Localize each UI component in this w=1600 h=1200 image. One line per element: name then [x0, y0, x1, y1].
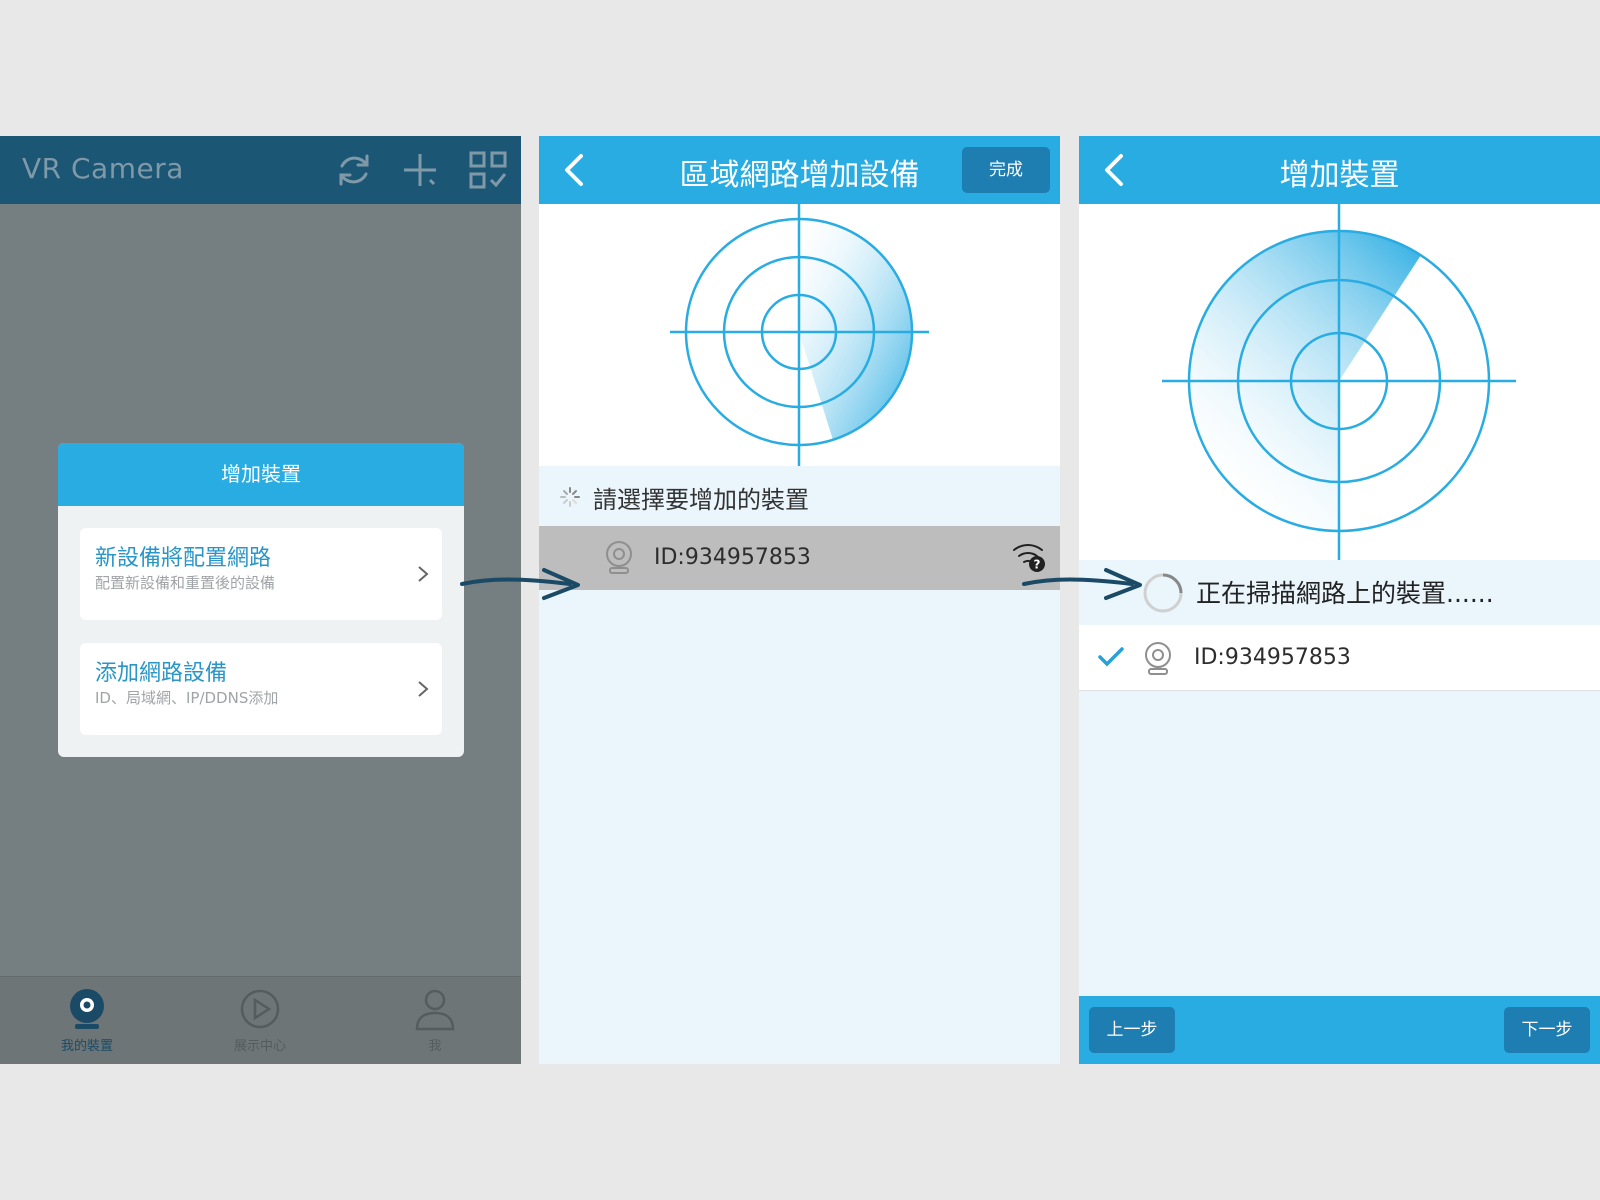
- screen-device-list: VR Camera 增加裝置 新設備將配置網路 配置新設備和重置後的設備 添加網…: [0, 136, 521, 1064]
- chevron-right-icon: [418, 566, 429, 582]
- add-device-dialog: 增加裝置 新設備將配置網路 配置新設備和重置後的設備 添加網路設備 ID、局域網…: [58, 443, 464, 757]
- plus-icon[interactable]: [400, 150, 440, 190]
- bottom-action-bar: 上一步 下一步: [1079, 996, 1600, 1064]
- radar-graphic: [670, 204, 929, 466]
- app-header: VR Camera: [0, 136, 521, 204]
- person-icon: [415, 989, 455, 1031]
- done-button[interactable]: 完成: [962, 147, 1050, 193]
- nav-label: 我: [428, 1039, 442, 1054]
- option-subtitle: 配置新設備和重置後的設備: [95, 574, 276, 592]
- header-bar: 區域網路增加設備 完成: [539, 136, 1060, 204]
- chevron-right-icon: [418, 681, 429, 697]
- nav-me[interactable]: 我: [375, 987, 495, 1054]
- page-title: 增加裝置: [1279, 158, 1400, 193]
- status-text: 正在掃描網路上的裝置......: [1196, 579, 1494, 608]
- bottom-nav: 我的裝置 展示中心 我: [0, 976, 521, 1064]
- option-title: 添加網路設備: [95, 661, 228, 686]
- loading-spinner-icon: [560, 487, 580, 507]
- next-step-button[interactable]: 下一步: [1504, 1007, 1590, 1053]
- option-new-device-network[interactable]: 新設備將配置網路 配置新設備和重置後的設備: [80, 528, 442, 620]
- device-id: ID:934957853: [1194, 645, 1351, 670]
- option-title: 新設備將配置網路: [95, 546, 272, 571]
- nav-showcase[interactable]: 展示中心: [200, 987, 320, 1054]
- screen-lan-add-device: 區域網路增加設備 完成 請選擇要增加的裝置 ID:934957853 ?: [539, 136, 1060, 1064]
- device-list-item[interactable]: ID:934957853: [1079, 625, 1600, 691]
- radar-graphic: [1162, 204, 1516, 560]
- camera-icon: [606, 541, 632, 574]
- status-text: 請選擇要增加的裝置: [593, 486, 809, 514]
- previous-step-button[interactable]: 上一步: [1089, 1007, 1175, 1053]
- play-circle-icon: [240, 989, 280, 1029]
- status-row: 正在掃描網路上的裝置......: [1079, 560, 1600, 624]
- option-subtitle: ID、局域網、IP/DDNS添加: [95, 689, 279, 707]
- checkmark-icon[interactable]: [1097, 645, 1125, 669]
- flow-arrow-icon: [1022, 568, 1142, 600]
- radar-panel: [539, 204, 1060, 466]
- screen-add-device-scan: 增加裝置 正在掃描網路上的裝置...... ID:934957853 上一步 下…: [1079, 136, 1600, 1064]
- device-list-item[interactable]: ID:934957853 ?: [539, 526, 1060, 590]
- status-row: 請選擇要增加的裝置: [539, 466, 1060, 526]
- qr-scan-icon[interactable]: [468, 150, 508, 190]
- app-title: VR Camera: [22, 152, 184, 185]
- option-add-network-device[interactable]: 添加網路設備 ID、局域網、IP/DDNS添加: [80, 643, 442, 735]
- flow-arrow-icon: [460, 568, 580, 600]
- header-bar: 增加裝置: [1079, 136, 1600, 204]
- nav-label: 我的裝置: [60, 1039, 113, 1054]
- radar-panel: [1079, 204, 1600, 560]
- camera-icon: [70, 989, 104, 1029]
- nav-my-devices[interactable]: 我的裝置: [27, 987, 147, 1054]
- nav-label: 展示中心: [233, 1039, 286, 1054]
- camera-icon: [1145, 642, 1171, 675]
- refresh-icon[interactable]: [334, 150, 374, 190]
- device-id: ID:934957853: [654, 545, 811, 570]
- dialog-title: 增加裝置: [58, 443, 464, 506]
